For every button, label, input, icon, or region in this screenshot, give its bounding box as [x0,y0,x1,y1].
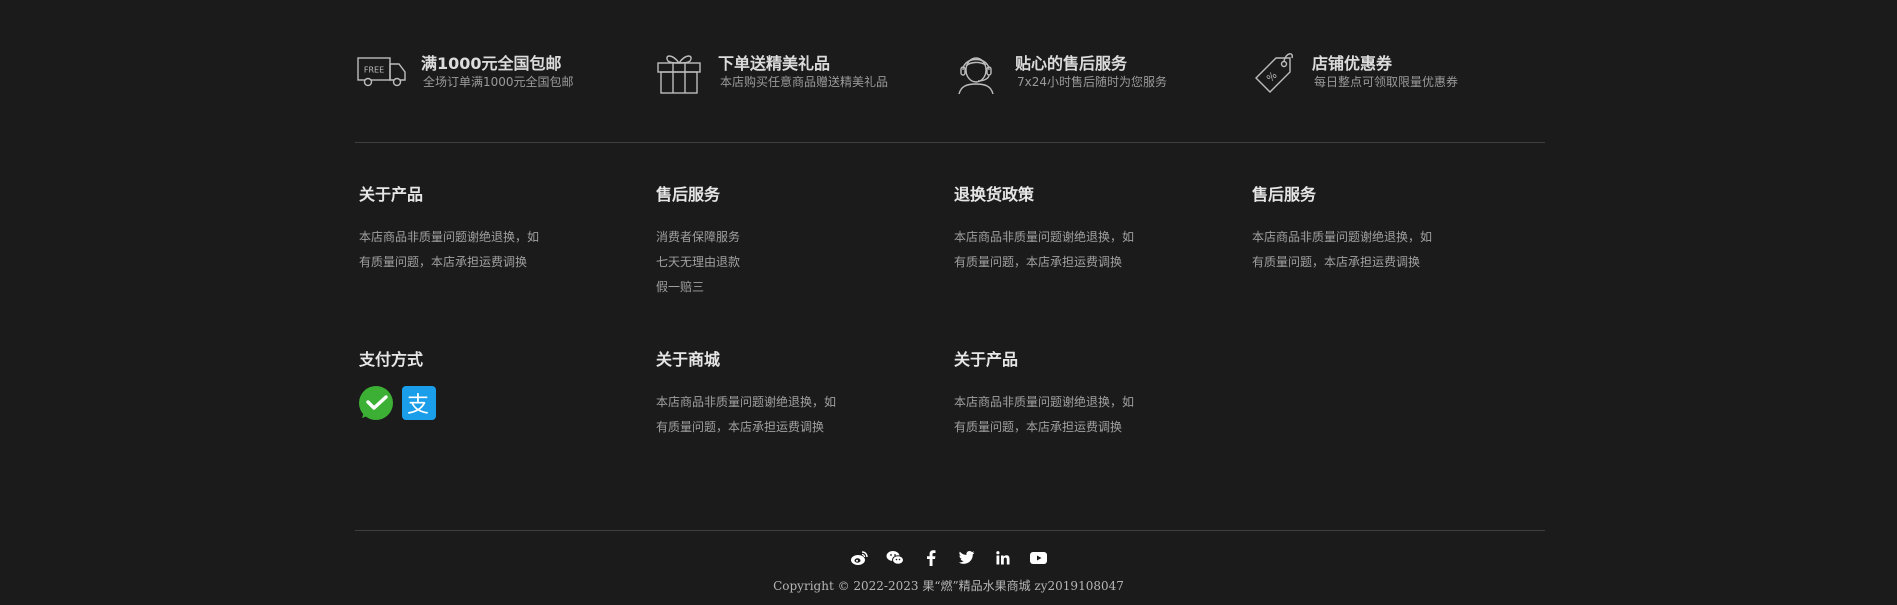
feature-desc: 7x24小时售后随时为您服务 [1017,74,1168,89]
column-title: 退换货政策 [954,185,1035,204]
column-text: 本店商品非质量问题谢绝退换，如有质量问题，本店承担运费调换 [954,230,1135,269]
youtube-icon[interactable] [1029,549,1049,567]
feature-desc: 每日整点可领取限量优惠券 [1314,74,1459,89]
feature-title: 满1000元全国包邮 [421,53,562,73]
weibo-icon[interactable] [849,549,869,567]
column-title: 关于产品 [359,185,424,204]
column-after-sales-2: 售后服务 本店商品非质量问题谢绝退换，如有质量问题，本店承担运费调换 [1252,185,1492,275]
column-title: 售后服务 [656,185,721,204]
divider-top [355,142,1545,143]
twitter-icon[interactable] [957,549,977,567]
wechat-pay-icon[interactable] [359,386,393,420]
column-about-product-2: 关于产品 本店商品非质量问题谢绝退换，如有质量问题，本店承担运费调换 [954,350,1194,440]
svg-text:%: % [1265,70,1280,85]
column-text: 本店商品非质量问题谢绝退换，如有质量问题，本店承担运费调换 [954,395,1135,434]
feature-title: 贴心的售后服务 [1015,53,1128,73]
column-title: 售后服务 [1252,185,1317,204]
feature-title: 下单送精美礼品 [718,53,831,73]
feature-desc: 全场订单满1000元全国包邮 [423,74,574,89]
column-about-product: 关于产品 本店商品非质量问题谢绝退换，如有质量问题，本店承担运费调换 [359,185,599,275]
column-text: 本店商品非质量问题谢绝退换，如有质量问题，本店承担运费调换 [1252,230,1433,269]
after-sales-list: 消费者保障服务 七天无理由退款 假一赔三 [656,225,896,300]
column-payment: 支付方式 支 [359,350,599,420]
service-features: FREE 满1000元全国包邮 全场订单满1000元全国包邮 下单送精美礼品 本… [355,47,1545,97]
feature-free-shipping: FREE 满1000元全国包邮 全场订单满1000元全国包邮 [355,47,645,97]
column-return-policy: 退换货政策 本店商品非质量问题谢绝退换，如有质量问题，本店承担运费调换 [954,185,1194,275]
facebook-icon[interactable] [921,549,941,567]
wechat-icon[interactable] [885,549,905,567]
column-text: 本店商品非质量问题谢绝退换，如有质量问题，本店承担运费调换 [359,230,540,269]
list-item[interactable]: 七天无理由退款 [656,250,896,275]
column-title: 关于商城 [656,350,721,369]
payment-methods: 支 [359,386,599,420]
svg-text:支: 支 [407,393,429,418]
divider-bottom [355,530,1545,531]
column-after-sales: 售后服务 消费者保障服务 七天无理由退款 假一赔三 [656,185,896,316]
linkedin-icon[interactable] [993,549,1013,567]
column-title: 关于产品 [954,350,1019,369]
free-shipping-truck-icon: FREE [355,47,409,97]
gift-box-icon [652,47,706,97]
column-about-mall: 关于商城 本店商品非质量问题谢绝退换，如有质量问题，本店承担运费调换 [656,350,896,440]
column-title: 支付方式 [359,350,424,369]
feature-after-sales: 贴心的售后服务 7x24小时售后随时为您服务 [949,47,1239,97]
coupon-tag-icon: % [1246,47,1300,97]
social-links [0,549,1897,567]
feature-title: 店铺优惠券 [1312,53,1393,73]
feature-desc: 本店购买任意商品赠送精美礼品 [720,74,889,89]
column-text: 本店商品非质量问题谢绝退换，如有质量问题，本店承担运费调换 [656,395,837,434]
copyright: Copyright © 2022-2023 果“燃”精品水果商城 zy20191… [773,579,1124,593]
feature-gift: 下单送精美礼品 本店购买任意商品赠送精美礼品 [652,47,942,97]
customer-service-icon [949,47,1003,97]
list-item[interactable]: 假一赔三 [656,275,896,300]
alipay-icon[interactable]: 支 [402,386,436,420]
svg-text:FREE: FREE [364,66,384,75]
list-item[interactable]: 消费者保障服务 [656,225,896,250]
feature-coupon: % 店铺优惠券 每日整点可领取限量优惠券 [1246,47,1536,97]
